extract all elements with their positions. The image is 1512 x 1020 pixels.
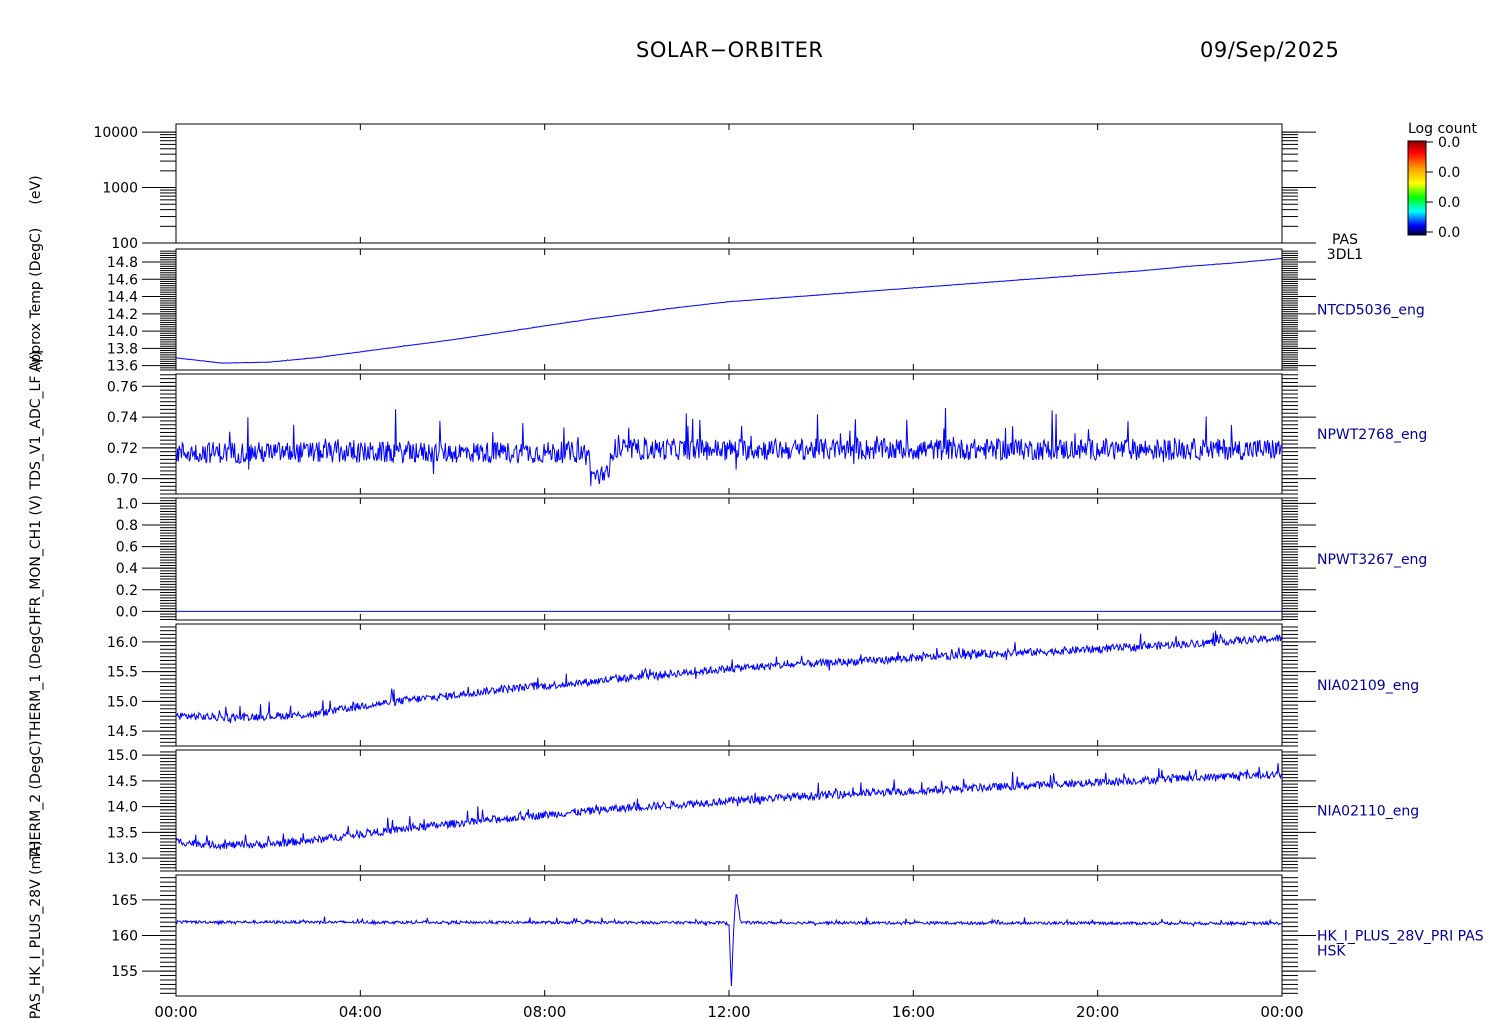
y-tick-label: 1000 [102, 181, 138, 197]
y-tick-label: 1.0 [116, 496, 138, 512]
panel-label: 3DL1 [1327, 247, 1363, 263]
y-tick-label: 14.5 [107, 774, 138, 790]
y-tick-label: 0.72 [107, 441, 138, 457]
y-axis-title: THERM_1 (DegC) [28, 620, 44, 740]
x-tick-label: 16:00 [892, 1003, 935, 1020]
panel-label: PAS [1332, 232, 1358, 248]
panel-frame [175, 373, 1283, 495]
y-axis-labels-stack: (eV) Approx Temp (DegC)TDS_V1_ADC_LF (V) H… [28, 175, 44, 1019]
panel-frame [175, 497, 1283, 621]
colorbar-label: 0.0 [1438, 135, 1460, 151]
panel-label: NTCD5036_eng [1317, 303, 1425, 319]
series-line [175, 257, 1283, 364]
y-tick-label: 14.4 [107, 290, 138, 306]
x-tick-label: 00:00 [154, 1003, 197, 1020]
y-tick-label: 13.8 [107, 341, 138, 357]
y-tick-label: 13.5 [107, 825, 138, 841]
x-tick-label: 20:00 [1076, 1003, 1119, 1020]
panel-2: 13.6 13.814.014.214.4 14.614.8 NTCD5036_eng [107, 248, 1425, 375]
series-line [175, 763, 1283, 851]
y-tick-label: 16.0 [107, 635, 138, 651]
y-tick-label: 14.2 [107, 307, 138, 323]
y-tick-label: 10000 [93, 125, 138, 141]
series-line [175, 407, 1283, 486]
panel-label: NPWT3267_eng [1317, 552, 1427, 568]
y-tick-label: 15.0 [107, 748, 138, 764]
y-tick-label: 14.0 [107, 800, 138, 816]
y-axis-title: HFR_MON_CH1 (V) [28, 495, 44, 625]
panel-4: 0.0 0.2 0.4 0.6 0.8 1.0 NPWT3267_eng [116, 496, 1427, 621]
panel-frame [175, 248, 1283, 371]
panel-3: 0.70 0.72 0.74 0.76 NPWT2768_eng [107, 373, 1427, 495]
y-tick-label: 165 [111, 893, 138, 909]
x-tick-label: 12:00 [707, 1003, 750, 1020]
y-axis-title: PAS_HK_I_PLUS_28V (mA) [28, 841, 44, 1020]
colorbar-label: 0.0 [1438, 195, 1460, 211]
panel-label: HK_I_PLUS_28V_PRI PAS [1317, 929, 1484, 945]
panel-frame [175, 123, 1283, 244]
y-tick-label: 14.6 [107, 272, 138, 288]
series-line [175, 630, 1283, 724]
panel-7: 155 160 165 HK_I_PLUS_28V_PRI PASHSK [111, 874, 1484, 997]
y-axis-title: TDS_V1_ADC_LF (V) [28, 351, 44, 491]
y-tick-label: 160 [111, 929, 138, 945]
y-tick-label: 14.8 [107, 255, 138, 271]
y-tick-label: 0.70 [107, 472, 138, 488]
y-tick-label: 0.76 [107, 379, 138, 395]
y-axis-title: Approx Temp (DegC) [28, 228, 44, 372]
panel-5: 14.5 15.0 15.5 16.0 NIA02109_eng [107, 623, 1419, 747]
panel-label: NPWT2768_eng [1317, 427, 1427, 443]
y-tick-label: 0.4 [116, 561, 138, 577]
y-tick-label: 13.6 [107, 359, 138, 375]
panel-label: NIA02109_eng [1317, 678, 1419, 694]
panel-frame [175, 623, 1283, 747]
panel-6: 13.0 13.5 14.0 14.5 15.0 NIA02110_eng [107, 748, 1419, 872]
y-tick-label: 155 [111, 964, 138, 980]
y-tick-label: 0.8 [116, 518, 138, 534]
x-tick-label: 04:00 [339, 1003, 382, 1020]
x-tick-label: 08:00 [523, 1003, 566, 1020]
panel-frame [175, 749, 1283, 872]
stacked-timeseries-plot: 100100010000PAS3DL113.613.814.014.214.41… [28, 121, 1484, 1020]
colorbar-gradient [1407, 140, 1427, 236]
y-tick-label: 0.6 [116, 540, 138, 556]
time-axis: 00:00 04:00 08:00 12:00 16:00 20:00 00:00 [154, 1003, 1303, 1020]
y-tick-label: 14.0 [107, 324, 138, 340]
y-tick-label: 14.5 [107, 724, 138, 740]
colorbar-label: 0.0 [1438, 165, 1460, 181]
y-tick-label: 100 [111, 236, 138, 252]
y-tick-label: 15.0 [107, 694, 138, 710]
series-line [175, 894, 1283, 987]
y-axis-title: (eV) [28, 175, 44, 204]
panel-label: HSK [1317, 944, 1346, 960]
colorbar-label: 0.0 [1438, 225, 1460, 241]
x-tick-label: 00:00 [1260, 1003, 1303, 1020]
y-tick-label: 0.2 [116, 583, 138, 599]
y-tick-label: 0.74 [107, 410, 138, 426]
colorbar: Log count0.00.00.00.0 [1407, 121, 1477, 241]
panel-label: NIA02110_eng [1317, 804, 1419, 820]
y-tick-label: 0.0 [116, 604, 138, 620]
y-tick-label: 15.5 [107, 665, 138, 681]
y-tick-label: 13.0 [107, 851, 138, 867]
panel-1: 100 1000 10000 PAS3DL1 [93, 123, 1363, 263]
